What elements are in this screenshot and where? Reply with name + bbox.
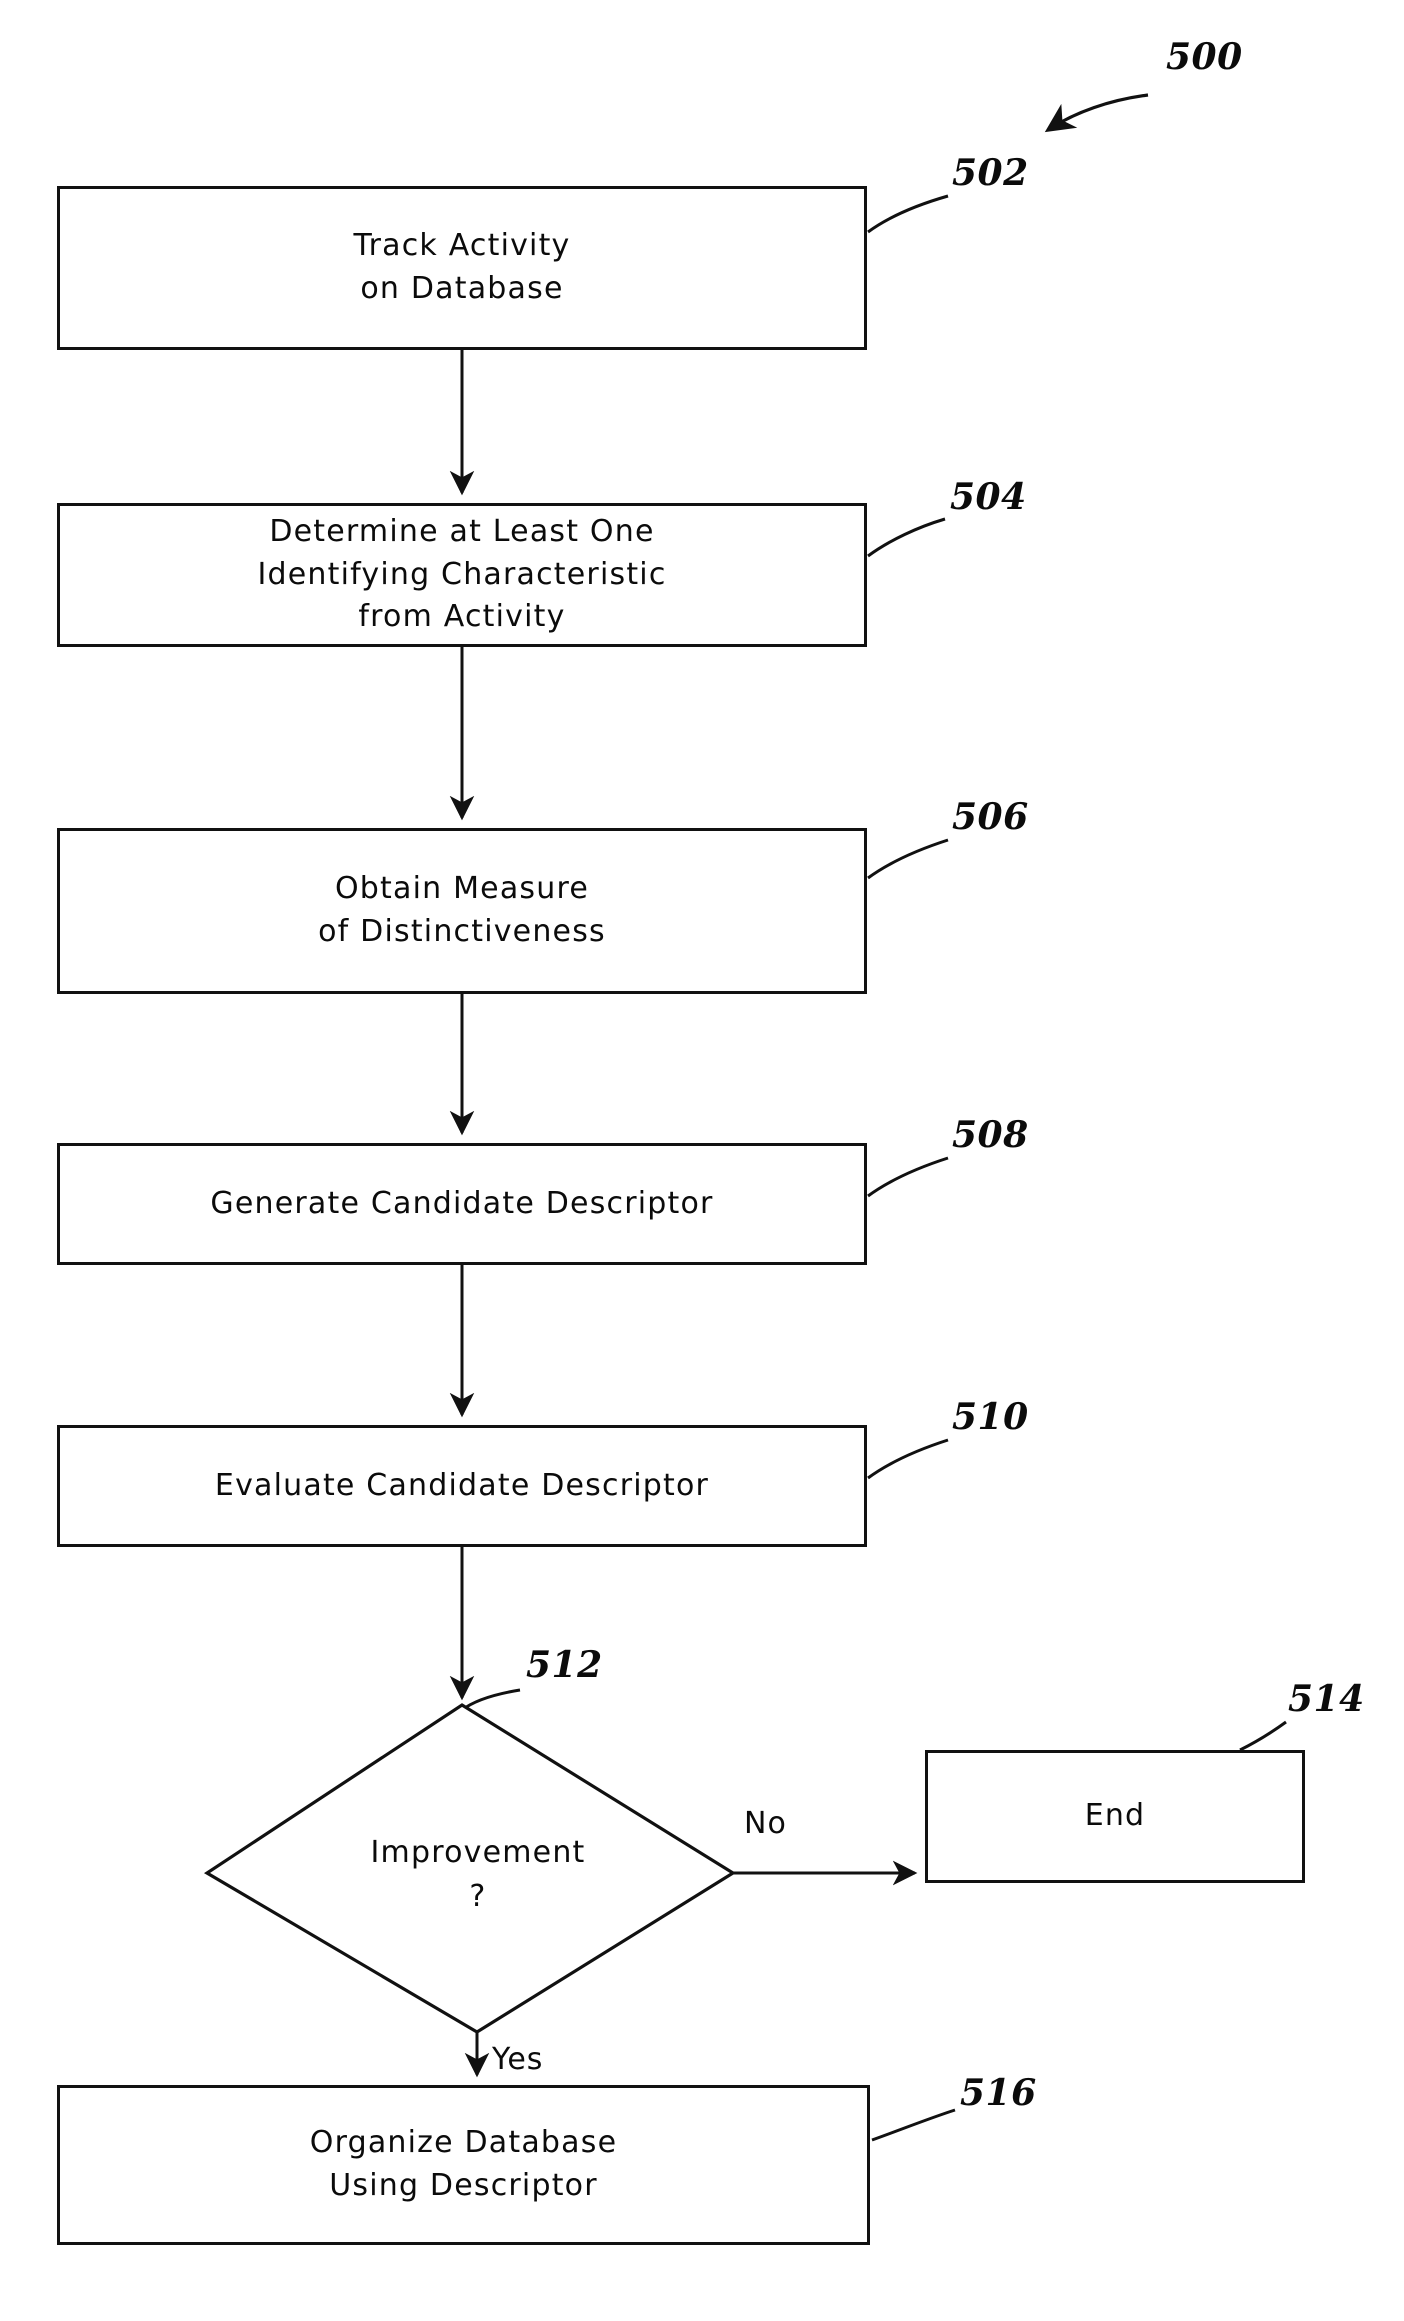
terminator-box-514-label: End [1084, 1798, 1146, 1834]
process-box-516-label: Organize Database Using Descriptor [309, 2125, 618, 2203]
ref-leader-514 [1239, 1720, 1287, 1752]
process-box-502[interactable]: Track Activity on Database [57, 186, 867, 350]
figure-canvas: 500 Track Activity on Database 502 Deter… [0, 0, 1404, 2321]
ref-number-502: 502 [952, 152, 1029, 194]
ref-leader-516 [871, 2108, 956, 2142]
process-box-516[interactable]: Organize Database Using Descriptor [57, 2085, 870, 2245]
figure-500-leader [1044, 93, 1149, 133]
process-box-502-label: Track Activity on Database [353, 228, 571, 306]
ref-number-508: 508 [952, 1114, 1029, 1156]
ref-leader-506 [867, 838, 949, 880]
ref-number-512: 512 [526, 1644, 603, 1686]
process-box-506[interactable]: Obtain Measure of Distinctiveness [57, 828, 867, 994]
decision-node-512[interactable]: Improvement ? [207, 1705, 733, 2032]
ref-number-516: 516 [960, 2072, 1037, 2114]
ref-number-514: 514 [1288, 1678, 1365, 1720]
ref-leader-508 [867, 1156, 949, 1198]
process-box-504-label: Determine at Least One Identifying Chara… [257, 514, 667, 635]
process-box-508-label: Generate Candidate Descriptor [210, 1185, 714, 1221]
ref-leader-502 [867, 194, 949, 234]
ref-leader-510 [867, 1438, 949, 1480]
decision-node-512-label: Improvement ? [370, 1835, 586, 1914]
figure-number-500: 500 [1166, 36, 1243, 78]
process-box-510-label: Evaluate Candidate Descriptor [214, 1467, 710, 1503]
ref-leader-504 [867, 517, 946, 558]
ref-number-506: 506 [952, 796, 1029, 838]
edge-label-yes: Yes [492, 2042, 544, 2077]
terminator-box-514[interactable]: End [925, 1750, 1305, 1883]
process-box-506-label: Obtain Measure of Distinctiveness [318, 871, 606, 949]
process-box-508[interactable]: Generate Candidate Descriptor [57, 1143, 867, 1265]
process-box-510[interactable]: Evaluate Candidate Descriptor [57, 1425, 867, 1547]
ref-number-504: 504 [950, 476, 1027, 518]
ref-number-510: 510 [952, 1396, 1029, 1438]
edge-label-no: No [744, 1806, 787, 1841]
process-box-504[interactable]: Determine at Least One Identifying Chara… [57, 503, 867, 647]
